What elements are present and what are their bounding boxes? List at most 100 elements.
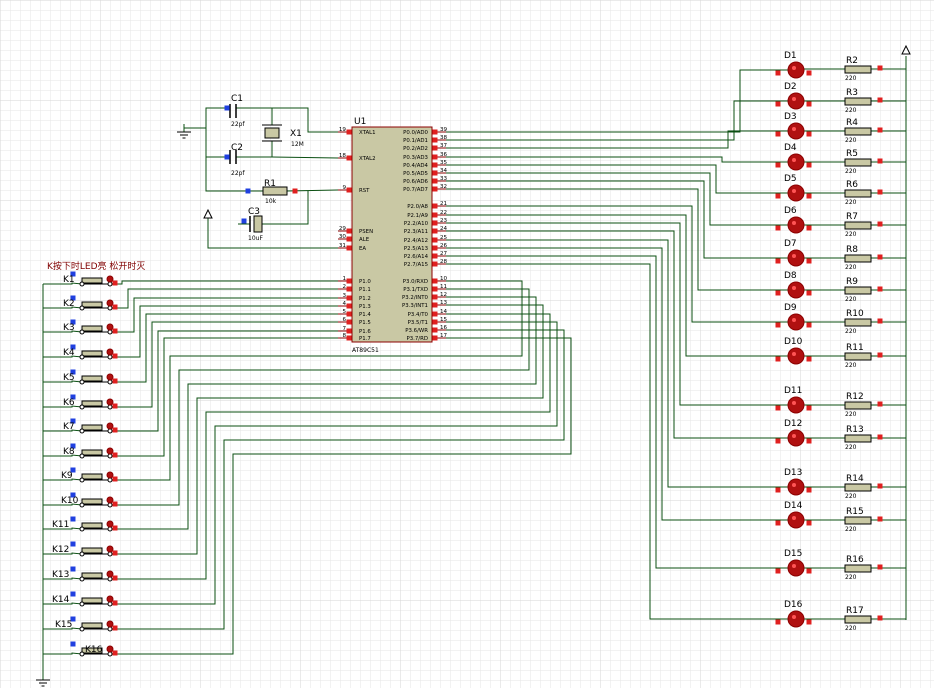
switch-terminal: [107, 551, 113, 557]
resistor-label: R14: [846, 474, 864, 484]
switch-terminal: [107, 305, 113, 311]
pin-marker: [112, 575, 118, 581]
pin-marker: [775, 101, 781, 107]
resistor-value: 220: [845, 107, 857, 114]
mcu-pin-number: 21: [440, 201, 448, 207]
mcu-pin-number: 8: [342, 333, 346, 339]
resistor-value: 220: [845, 444, 857, 451]
pin-marker: [806, 322, 812, 328]
switch-actuator: [81, 400, 103, 407]
resistor-body: [844, 352, 872, 361]
mcu-pin-name: P0.4/AD4: [403, 163, 428, 169]
mcu-pin-number: 3: [342, 293, 346, 299]
switch-label: K14: [52, 595, 70, 605]
resistor-value: 220: [845, 411, 857, 418]
mcu-pin-name: P2.5/A13: [404, 246, 428, 252]
pin-marker: [877, 189, 883, 195]
pin-marker: [806, 290, 812, 296]
switch-indicator: [106, 275, 114, 283]
mcu-pin-name: P1.7: [359, 336, 371, 342]
mcu-pin-number: 14: [440, 309, 448, 315]
mcu-pin-marker: [432, 278, 438, 284]
switch-terminal: [107, 477, 113, 483]
switch-terminal: [107, 354, 113, 360]
led-label: D14: [784, 501, 803, 511]
resistor-label: R10: [846, 309, 864, 319]
switch-terminal: [79, 379, 85, 385]
pin-marker: [70, 566, 76, 572]
resistor-body: [844, 221, 872, 230]
mcu-pin-number: 31: [339, 243, 347, 249]
c1-value: 22pf: [231, 121, 245, 128]
schematic-canvas[interactable]: U1AT89C5119 XTAL118 XTAL29 RST29 PSEN30 ALE31…: [0, 0, 934, 688]
resistor-body: [844, 564, 872, 573]
led-highlight: [792, 318, 796, 322]
switch-terminal: [79, 601, 85, 607]
mcu-pin-marker: [346, 311, 352, 317]
led-label: D8: [784, 271, 797, 281]
led-highlight: [792, 254, 796, 258]
switch-actuator: [81, 547, 103, 554]
mcu-pin-name: P0.6/AD6: [403, 179, 428, 185]
mcu-pin-marker: [432, 253, 438, 259]
pin-marker: [775, 520, 781, 526]
pin-marker: [775, 225, 781, 231]
switch-indicator: [106, 520, 114, 528]
mcu-pin-number: 4: [342, 301, 346, 307]
resistor-label: R7: [846, 212, 858, 222]
pin-marker: [112, 328, 118, 334]
pin-marker: [806, 70, 812, 76]
led-body: [787, 92, 805, 110]
mcu-pin-name: P1.5: [359, 320, 371, 326]
pin-marker: [112, 427, 118, 433]
pin-marker: [877, 127, 883, 133]
switch-label: K4: [63, 348, 75, 358]
switch-terminal: [107, 453, 113, 459]
led-body: [787, 559, 805, 577]
switch-terminal: [79, 651, 85, 657]
mcu-pin-marker: [346, 236, 352, 242]
mcu-pin-marker: [432, 203, 438, 209]
mcu-pin-marker: [346, 319, 352, 325]
switch-terminal: [107, 428, 113, 434]
mcu-pin-name: P2.1/A9: [407, 213, 428, 219]
mcu-pin-marker: [432, 245, 438, 251]
switch-label: K1: [63, 275, 75, 285]
pin-marker: [112, 378, 118, 384]
led-highlight: [792, 158, 796, 162]
pin-marker: [775, 162, 781, 168]
resistor-body: [844, 615, 872, 624]
pin-marker: [877, 615, 883, 621]
pin-marker: [877, 434, 883, 440]
mcu-pin-number: 18: [339, 153, 347, 159]
mcu-pin-marker: [432, 335, 438, 341]
pin-marker: [775, 70, 781, 76]
pin-marker: [806, 568, 812, 574]
resistor-body: [844, 318, 872, 327]
switch-terminal: [79, 626, 85, 632]
mcu-pin-name: PSEN: [359, 229, 373, 235]
switch-label: K9: [61, 471, 73, 481]
pin-marker: [112, 476, 118, 482]
resistor-body: [844, 483, 872, 492]
resistor-label: R15: [846, 507, 864, 517]
mcu-pin-number: 10: [440, 276, 448, 282]
led-label: D9: [784, 303, 797, 313]
mcu-pin-name: P1.0: [359, 279, 371, 285]
mcu-pin-marker: [432, 186, 438, 192]
r1-ref: R1: [264, 179, 276, 189]
led-highlight: [792, 516, 796, 520]
led-body: [787, 153, 805, 171]
resistor-label: R11: [846, 343, 864, 353]
pin-marker: [806, 101, 812, 107]
mcu-pin-marker: [432, 294, 438, 300]
mcu-pin-name: P2.4/A12: [404, 238, 428, 244]
mcu-pin-marker: [346, 129, 352, 135]
switch-indicator: [106, 323, 114, 331]
pin-marker: [112, 525, 118, 531]
led-body: [787, 313, 805, 331]
led-highlight: [792, 564, 796, 568]
mcu-pin-name: P0.0/AD0: [403, 130, 428, 136]
led-body: [787, 396, 805, 414]
pin-marker: [877, 286, 883, 292]
